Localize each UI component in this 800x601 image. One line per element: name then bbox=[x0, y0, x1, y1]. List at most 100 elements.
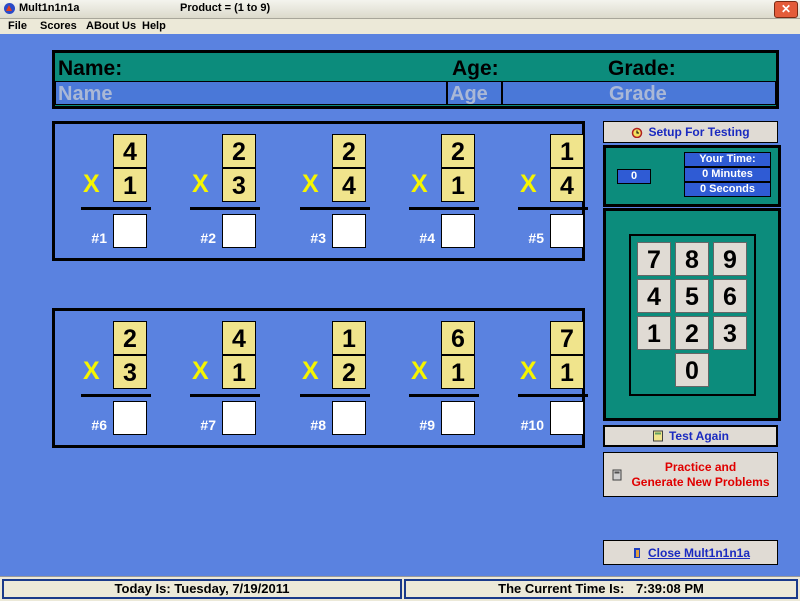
times-sign: X bbox=[411, 170, 428, 198]
multiplier: 1 bbox=[113, 168, 147, 202]
status-bar: Today Is: Tuesday, 7/19/2011 The Current… bbox=[0, 576, 800, 601]
multiplier: 3 bbox=[222, 168, 256, 202]
problem-1: 4 X 1 #1 bbox=[71, 124, 151, 258]
problem-3: 2 X 4 #3 bbox=[290, 124, 370, 258]
problem-6: 2 X 3 #6 bbox=[71, 311, 151, 445]
problem-number: #6 bbox=[91, 417, 107, 433]
key-5[interactable]: 5 bbox=[675, 279, 709, 313]
problems-panel-top: 4 X 1 #1 2 X 3 #2 2 X 4 #3 2 X 1 #4 1 X … bbox=[52, 121, 588, 261]
age-field[interactable]: Age bbox=[447, 81, 502, 105]
app-title: Mult1n1n1a bbox=[19, 2, 80, 14]
times-sign: X bbox=[192, 357, 209, 385]
times-sign: X bbox=[192, 170, 209, 198]
problem-number: #1 bbox=[91, 230, 107, 246]
answer-input[interactable] bbox=[441, 401, 475, 435]
problem-2: 2 X 3 #2 bbox=[180, 124, 260, 258]
problem-10: 7 X 1 #10 bbox=[508, 311, 588, 445]
problem-number: #10 bbox=[520, 417, 544, 433]
minutes-display: 0 Minutes bbox=[684, 167, 771, 182]
key-9[interactable]: 9 bbox=[713, 242, 747, 276]
key-8[interactable]: 8 bbox=[675, 242, 709, 276]
close-app-button[interactable]: Close Mult1n1n1a bbox=[603, 540, 778, 565]
practice-label-line1: Practice and bbox=[664, 459, 737, 474]
multiplicand: 2 bbox=[113, 321, 147, 355]
grade-field[interactable]: Grade bbox=[502, 81, 776, 105]
alarm-clock-icon bbox=[632, 127, 643, 138]
answer-input[interactable] bbox=[332, 401, 366, 435]
key-1[interactable]: 1 bbox=[637, 316, 671, 350]
multiplicand: 4 bbox=[113, 134, 147, 168]
setup-button-label: Setup For Testing bbox=[648, 125, 750, 139]
product-title: Product = (1 to 9) bbox=[180, 2, 271, 14]
grade-label: Grade: bbox=[608, 57, 676, 80]
practice-label-group: Practice and Generate New Problems bbox=[631, 460, 769, 490]
keypad-panel: 7 8 9 4 5 6 1 2 3 0 bbox=[603, 208, 781, 421]
times-sign: X bbox=[520, 357, 537, 385]
age-label: Age: bbox=[452, 57, 499, 80]
answer-input[interactable] bbox=[222, 214, 256, 248]
answer-input[interactable] bbox=[441, 214, 475, 248]
calculator-icon bbox=[612, 469, 622, 480]
name-label: Name: bbox=[58, 57, 123, 80]
keypad: 7 8 9 4 5 6 1 2 3 0 bbox=[629, 234, 756, 396]
answer-rule bbox=[518, 394, 588, 397]
problem-8: 1 X 2 #8 bbox=[290, 311, 370, 445]
answer-input[interactable] bbox=[550, 401, 584, 435]
times-sign: X bbox=[411, 357, 428, 385]
menu-bar: File Scores ABout Us Help bbox=[0, 19, 800, 34]
answer-rule bbox=[300, 207, 370, 210]
window-close-button[interactable]: ✕ bbox=[774, 1, 798, 18]
practice-generate-button[interactable]: Practice and Generate New Problems bbox=[603, 452, 778, 497]
key-3[interactable]: 3 bbox=[713, 316, 747, 350]
answer-input[interactable] bbox=[550, 214, 584, 248]
problem-5: 1 X 4 #5 bbox=[508, 124, 588, 258]
key-7[interactable]: 7 bbox=[637, 242, 671, 276]
name-field[interactable]: Name bbox=[55, 81, 447, 105]
multiplicand: 2 bbox=[222, 134, 256, 168]
menu-about-us[interactable]: ABout Us bbox=[86, 20, 136, 32]
menu-help[interactable]: Help bbox=[142, 20, 166, 32]
problem-number: #7 bbox=[200, 417, 216, 433]
setup-for-testing-button[interactable]: Setup For Testing bbox=[603, 121, 778, 143]
today-label: Today Is: bbox=[114, 581, 171, 596]
problem-4: 2 X 1 #4 bbox=[399, 124, 479, 258]
multiplicand: 1 bbox=[332, 321, 366, 355]
calculator-icon bbox=[652, 430, 663, 442]
times-sign: X bbox=[83, 170, 100, 198]
time-status: The Current Time Is: 7:39:08 PM bbox=[404, 579, 798, 599]
multiplier: 1 bbox=[222, 355, 256, 389]
multiplicand: 6 bbox=[441, 321, 475, 355]
key-4[interactable]: 4 bbox=[637, 279, 671, 313]
test-again-button[interactable]: Test Again bbox=[603, 425, 778, 447]
today-value: Tuesday, 7/19/2011 bbox=[174, 581, 290, 596]
close-app-label: Close Mult1n1n1a bbox=[647, 545, 751, 560]
answer-rule bbox=[190, 207, 260, 210]
multiplicand: 2 bbox=[441, 134, 475, 168]
times-sign: X bbox=[302, 170, 319, 198]
key-6[interactable]: 6 bbox=[713, 279, 747, 313]
menu-file[interactable]: File bbox=[8, 20, 27, 32]
multiplier: 4 bbox=[550, 168, 584, 202]
timer-panel: 0 Your Time: 0 Minutes 0 Seconds bbox=[603, 145, 781, 207]
test-counter: 0 bbox=[617, 169, 651, 184]
multiplier: 3 bbox=[113, 355, 147, 389]
multiplier: 4 bbox=[332, 168, 366, 202]
problem-number: #8 bbox=[310, 417, 326, 433]
key-2[interactable]: 2 bbox=[675, 316, 709, 350]
answer-input[interactable] bbox=[332, 214, 366, 248]
title-bar: Mult1n1n1a Product = (1 to 9) ✕ bbox=[0, 0, 800, 19]
time-value: 7:39:08 PM bbox=[635, 581, 704, 596]
answer-rule bbox=[81, 394, 151, 397]
answer-input[interactable] bbox=[113, 401, 147, 435]
problem-number: #5 bbox=[528, 230, 544, 246]
multiplicand: 7 bbox=[550, 321, 584, 355]
multiplier: 1 bbox=[441, 168, 475, 202]
practice-label-line2: Generate New Problems bbox=[631, 474, 770, 489]
answer-input[interactable] bbox=[222, 401, 256, 435]
answer-rule bbox=[409, 394, 479, 397]
answer-rule bbox=[409, 207, 479, 210]
key-0[interactable]: 0 bbox=[675, 353, 709, 387]
answer-input[interactable] bbox=[113, 214, 147, 248]
multiplicand: 2 bbox=[332, 134, 366, 168]
menu-scores[interactable]: Scores bbox=[40, 20, 77, 32]
